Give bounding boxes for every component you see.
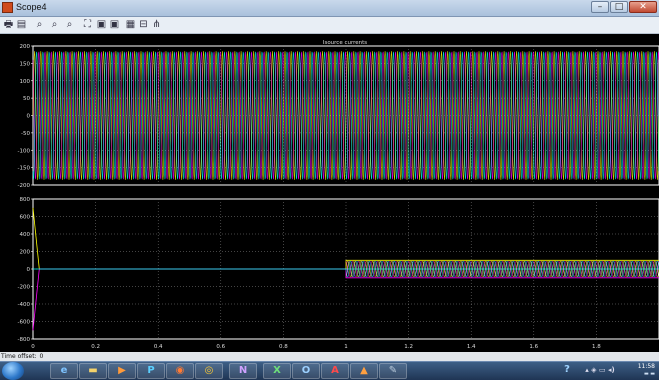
time-offset-value: 0	[39, 353, 44, 360]
zoom-x-icon[interactable]: ⌕	[48, 18, 61, 31]
scope-app-icon	[2, 2, 13, 13]
x-tick-label: 1.4	[467, 344, 476, 350]
x-tick-label: 0	[31, 344, 35, 350]
matlab-icon[interactable]: ▲	[350, 363, 378, 379]
ie-icon[interactable]: e	[50, 363, 78, 379]
top-plot-title: Isource currents	[323, 40, 367, 46]
y-tick-label: 800	[20, 197, 31, 203]
explorer-icon[interactable]: ▬	[79, 363, 107, 379]
autoscale-icon[interactable]: ⛶	[81, 18, 94, 31]
y-tick-label: -150	[18, 166, 31, 172]
window-title: Scope4	[16, 2, 47, 12]
y-tick-label: -200	[18, 183, 31, 189]
y-tick-label: 0	[27, 267, 31, 273]
time-offset-label: Time offset:	[1, 353, 37, 360]
y-tick-label: 50	[23, 96, 30, 102]
lock-axes-icon[interactable]: ⊟	[137, 18, 150, 31]
top-plot-series	[32, 51, 659, 180]
floating-scope-icon[interactable]: ▦	[124, 18, 137, 31]
outlook-icon[interactable]: O	[292, 363, 320, 379]
start-button[interactable]	[2, 362, 24, 380]
x-tick-label: 0.8	[279, 344, 288, 350]
y-tick-label: -800	[18, 337, 31, 343]
x-tick-label: 1.8	[592, 344, 601, 350]
x-tick-label: 0.2	[91, 344, 100, 350]
maximize-button[interactable]: □	[610, 1, 628, 13]
y-tick-label: -200	[18, 285, 31, 291]
y-tick-label: -100	[18, 148, 31, 154]
excel-icon[interactable]: X	[263, 363, 291, 379]
acrobat-icon[interactable]: A	[321, 363, 349, 379]
windows-taskbar: e ▬ ▶ P ◉ ◎ N X O A ▲ ✎ ? ▴ ◈ ▭ ◂) 11:58…	[0, 361, 659, 380]
paint-icon[interactable]: ✎	[379, 363, 407, 379]
chrome-icon[interactable]: ◎	[195, 363, 223, 379]
clock-time[interactable]: 11:58	[638, 363, 655, 370]
y-tick-label: -600	[18, 320, 31, 326]
y-tick-label: 150	[20, 61, 31, 67]
y-tick-label: 0	[27, 114, 31, 120]
title-bar: Scope4 – □ ✕	[0, 0, 659, 17]
media-player-icon[interactable]: ▶	[108, 363, 136, 379]
y-tick-label: -50	[21, 131, 30, 137]
x-tick-label: 1	[344, 344, 348, 350]
zoom-icon[interactable]: ⌕	[33, 18, 46, 31]
minimize-button[interactable]: –	[591, 1, 609, 13]
x-tick-label: 0.4	[154, 344, 163, 350]
y-tick-label: 600	[20, 215, 31, 221]
tray-icons[interactable]: ▴ ◈ ▭ ◂)	[580, 363, 620, 379]
onenote-icon[interactable]: N	[229, 363, 257, 379]
scope-display: Isource currents 200 150 100 50 0 -50 -100 -150…	[0, 34, 659, 352]
restore-axes-icon[interactable]: ▣	[108, 18, 121, 31]
publisher-icon[interactable]: P	[137, 363, 165, 379]
print-icon[interactable]: 🖶	[2, 18, 15, 31]
x-tick-label: 1.2	[404, 344, 413, 350]
y-tick-label: -400	[18, 302, 31, 308]
signal-selector-icon[interactable]: ⋔	[150, 18, 163, 31]
y-tick-label: 200	[20, 250, 31, 256]
x-tick-label: 1.6	[529, 344, 538, 350]
zoom-y-icon[interactable]: ⌕	[63, 18, 76, 31]
scope-plots: Isource currents 200150100500-50-100-150…	[0, 34, 659, 352]
y-tick-label: 100	[20, 79, 31, 85]
clock-date[interactable]: ▬ ▬	[644, 371, 655, 377]
scope-toolbar: 🖶 ▤ ⌕ ⌕ ⌕ ⛶ ▣ ▣ ▦ ⊟ ⋔	[0, 17, 659, 34]
close-button[interactable]: ✕	[629, 1, 657, 13]
firefox-icon[interactable]: ◉	[166, 363, 194, 379]
save-axes-icon[interactable]: ▣	[95, 18, 108, 31]
y-tick-label: 400	[20, 232, 31, 238]
window-controls: – □ ✕	[591, 1, 657, 14]
time-offset-bar: Time offset: 0	[0, 352, 659, 361]
y-tick-label: 200	[20, 44, 31, 50]
help-icon[interactable]: ?	[557, 363, 577, 379]
parameters-icon[interactable]: ▤	[15, 18, 28, 31]
x-tick-label: 0.6	[216, 344, 225, 350]
